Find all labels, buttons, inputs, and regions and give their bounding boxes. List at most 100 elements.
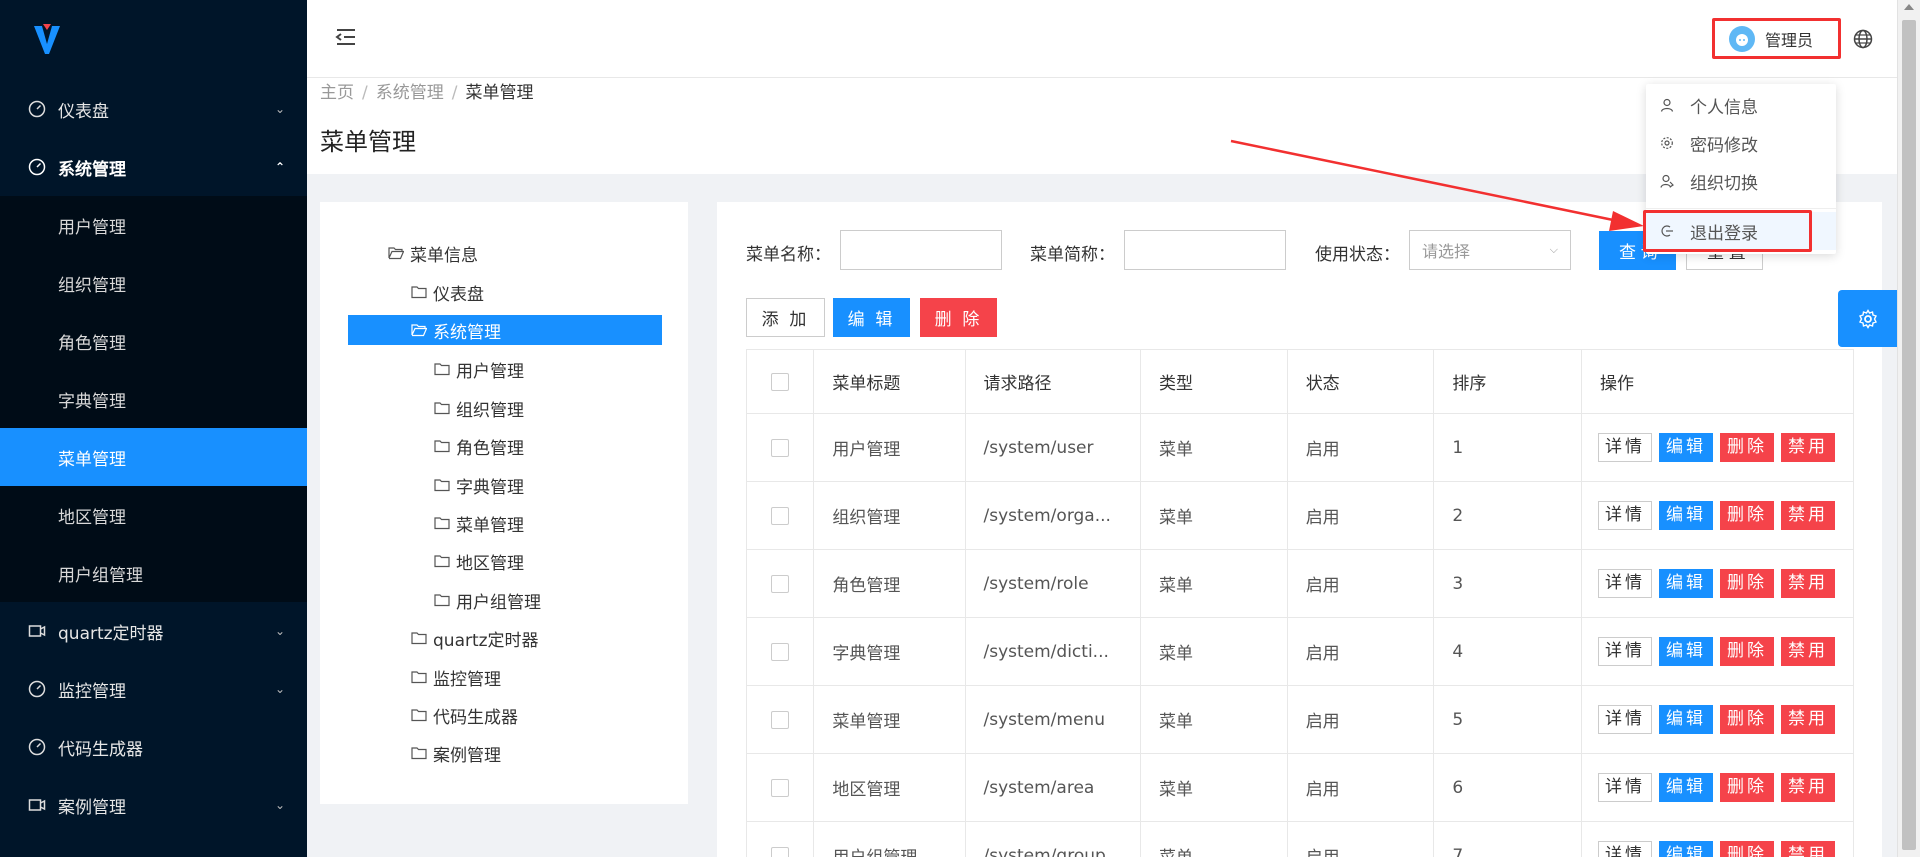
row-checkbox[interactable] (771, 506, 790, 525)
row-checkbox[interactable] (771, 846, 790, 857)
tree-node[interactable]: 字典管理 (434, 470, 524, 500)
tree-node[interactable]: 角色管理 (434, 431, 524, 461)
tree-node[interactable]: 菜单管理 (434, 508, 524, 538)
row-edit-button[interactable]: 编辑 (1659, 841, 1713, 857)
row-disable-button[interactable]: 禁用 (1781, 773, 1835, 802)
user-menu-trigger[interactable]: 管理员 (1712, 18, 1841, 59)
row-checkbox[interactable] (771, 574, 790, 593)
row-disable-button[interactable]: 禁用 (1781, 705, 1835, 734)
page-scrollbar[interactable] (1897, 0, 1920, 857)
breadcrumb-parent[interactable]: 系统管理 (376, 83, 444, 103)
detail-button[interactable]: 详情 (1598, 841, 1652, 857)
sidebar-item-monitor[interactable]: 监控管理 ⌄ (0, 660, 307, 718)
row-delete-button[interactable]: 删除 (1720, 433, 1774, 462)
globe-icon[interactable] (1853, 29, 1873, 49)
row-checkbox[interactable] (771, 642, 790, 661)
delete-button[interactable]: 删 除 (920, 298, 997, 337)
table-row[interactable]: 菜单管理/system/menu 菜单 启用 5 详情 编辑 删除 禁用 (745, 685, 1854, 754)
settings-button[interactable] (1838, 290, 1897, 347)
row-delete-button[interactable]: 删除 (1720, 705, 1774, 734)
tree-node[interactable]: 组织管理 (434, 393, 524, 423)
scroll-up-icon[interactable] (1904, 4, 1914, 10)
menu-name-input[interactable] (840, 230, 1002, 270)
row-disable-button[interactable]: 禁用 (1781, 841, 1835, 857)
menu-short-input[interactable] (1124, 230, 1286, 270)
dropdown-item-switch-org[interactable]: 组织切换 (1646, 162, 1836, 200)
table-row[interactable]: 地区管理/system/area 菜单 启用 6 详情 编辑 删除 禁用 (745, 753, 1854, 822)
row-delete-button[interactable]: 删除 (1720, 637, 1774, 666)
row-checkbox[interactable] (771, 438, 790, 457)
sidebar-item-system[interactable]: 系统管理 ⌃ (0, 138, 307, 196)
row-edit-button[interactable]: 编辑 (1659, 637, 1713, 666)
cell-ops: 详情 编辑 删除 禁用 (1581, 821, 1854, 857)
row-disable-button[interactable]: 禁用 (1781, 433, 1835, 462)
detail-button[interactable]: 详情 (1598, 637, 1652, 666)
tree-node[interactable]: 案例管理 (411, 738, 501, 768)
detail-button[interactable]: 详情 (1598, 433, 1652, 462)
tree-node[interactable]: quartz定时器 (411, 623, 539, 653)
row-disable-button[interactable]: 禁用 (1781, 569, 1835, 598)
sidebar-item-label: 案例管理 (58, 797, 126, 818)
detail-button[interactable]: 详情 (1598, 705, 1652, 734)
row-checkbox[interactable] (771, 778, 790, 797)
folder-icon (434, 517, 450, 530)
cell-title: 菜单管理 (813, 685, 966, 754)
scroll-thumb[interactable] (1902, 20, 1916, 850)
detail-button[interactable]: 详情 (1598, 569, 1652, 598)
folder-icon (434, 594, 450, 607)
select-all-checkbox[interactable] (771, 372, 790, 391)
column-header: 操作 (1581, 349, 1854, 414)
sidebar-item-dict[interactable]: 字典管理 (0, 370, 307, 428)
detail-button[interactable]: 详情 (1598, 501, 1652, 530)
row-edit-button[interactable]: 编辑 (1659, 569, 1713, 598)
row-delete-button[interactable]: 删除 (1720, 773, 1774, 802)
tree-node-selected[interactable]: 系统管理 (348, 315, 662, 345)
column-header: 类型 (1140, 349, 1288, 414)
tree-node[interactable]: 监控管理 (411, 662, 501, 692)
table-row[interactable]: 用户组管理/system/group...菜单启用7详情编辑删除禁用 (745, 821, 1854, 857)
sidebar: 仪表盘 ⌄ 系统管理 ⌃ 用户管理 组织管理 角色管理 字典管理 菜单管理 地区… (0, 0, 307, 857)
sidebar-item-menu[interactable]: 菜单管理 (0, 428, 307, 486)
tree-node[interactable]: 地区管理 (434, 546, 524, 576)
sidebar-item-dashboard[interactable]: 仪表盘 ⌄ (0, 80, 307, 138)
dropdown-item-password[interactable]: 密码修改 (1646, 124, 1836, 162)
table-row[interactable]: 组织管理/system/orga... 菜单 启用 2 详情 编辑 删除 禁用 (745, 481, 1854, 550)
dropdown-item-profile[interactable]: 个人信息 (1646, 86, 1836, 124)
row-delete-button[interactable]: 删除 (1720, 569, 1774, 598)
tree-node[interactable]: 仪表盘 (411, 277, 484, 307)
table-row[interactable]: 字典管理/system/dicti... 菜单 启用 4 详情 编辑 删除 禁用 (745, 617, 1854, 686)
sidebar-item-area[interactable]: 地区管理 (0, 486, 307, 544)
row-edit-button[interactable]: 编辑 (1659, 433, 1713, 462)
row-disable-button[interactable]: 禁用 (1781, 637, 1835, 666)
row-edit-button[interactable]: 编辑 (1659, 501, 1713, 530)
row-delete-button[interactable]: 删除 (1720, 841, 1774, 857)
tree-node-root[interactable]: 菜单信息 (388, 238, 478, 268)
tree-node[interactable]: 代码生成器 (411, 700, 518, 730)
add-button[interactable]: 添 加 (746, 298, 825, 337)
sidebar-item-group[interactable]: 用户组管理 (0, 544, 307, 602)
column-header: 请求路径 (964, 349, 1141, 414)
menu-fold-icon[interactable] (335, 26, 357, 48)
app-logo[interactable] (0, 0, 307, 80)
sidebar-item-user[interactable]: 用户管理 (0, 196, 307, 254)
breadcrumb-home[interactable]: 主页 (320, 83, 354, 103)
status-select[interactable]: 请选择 ⌵ (1409, 230, 1571, 270)
row-checkbox[interactable] (771, 710, 790, 729)
detail-button[interactable]: 详情 (1598, 773, 1652, 802)
row-disable-button[interactable]: 禁用 (1781, 501, 1835, 530)
row-edit-button[interactable]: 编辑 (1659, 705, 1713, 734)
tree-node[interactable]: 用户管理 (434, 354, 524, 384)
sidebar-item-label: 代码生成器 (58, 739, 143, 760)
sidebar-item-cases[interactable]: 案例管理 ⌄ (0, 776, 307, 834)
sidebar-item-quartz[interactable]: quartz定时器 ⌄ (0, 602, 307, 660)
sidebar-item-codegen[interactable]: 代码生成器 (0, 718, 307, 776)
sidebar-item-role[interactable]: 角色管理 (0, 312, 307, 370)
tree-node[interactable]: 用户组管理 (434, 585, 541, 615)
table-row[interactable]: 用户管理/system/user 菜单 启用 1 详情 编辑 删除 禁用 (745, 413, 1854, 482)
row-edit-button[interactable]: 编辑 (1659, 773, 1713, 802)
edit-button[interactable]: 编 辑 (833, 298, 910, 337)
cell-status: 启用 (1286, 481, 1435, 550)
row-delete-button[interactable]: 删除 (1720, 501, 1774, 530)
sidebar-item-org[interactable]: 组织管理 (0, 254, 307, 312)
table-row[interactable]: 角色管理/system/role 菜单 启用 3 详情 编辑 删除 禁用 (745, 549, 1854, 618)
